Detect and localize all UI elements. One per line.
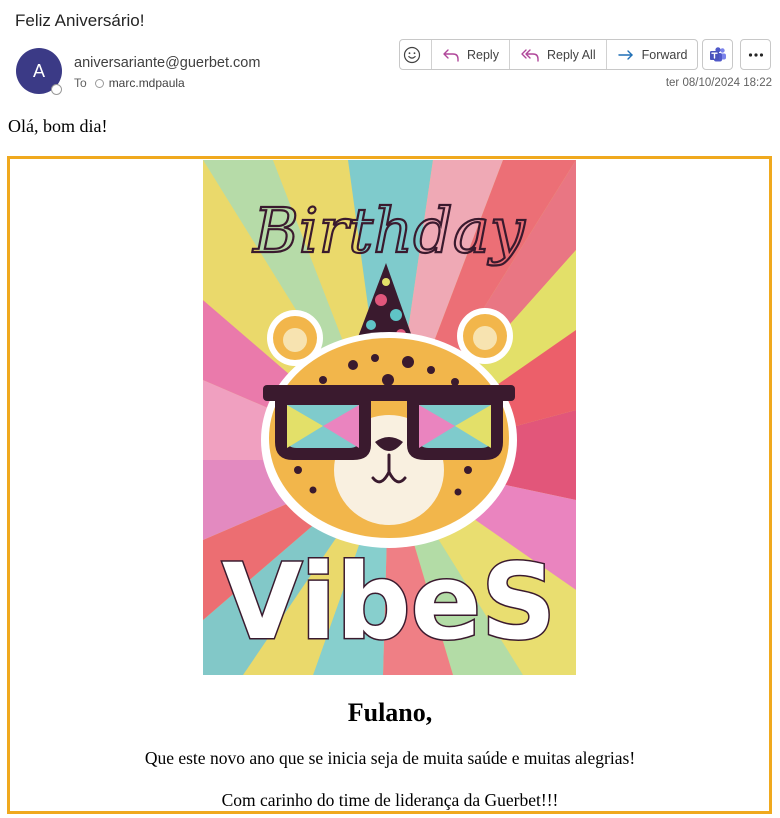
more-actions-button[interactable] xyxy=(740,39,771,70)
received-timestamp: ter 08/10/2024 18:22 xyxy=(665,77,772,89)
react-button[interactable] xyxy=(400,40,432,69)
birthday-script-text: Birthday xyxy=(252,194,526,267)
more-icon xyxy=(748,52,763,57)
birthday-wish-text: Que este novo ano que se inicia seja de … xyxy=(144,748,636,768)
teams-icon xyxy=(709,46,726,61)
recipient-name-heading: Fulano, xyxy=(347,698,433,727)
reply-all-icon xyxy=(521,48,539,62)
to-label: To xyxy=(74,76,87,90)
reply-icon xyxy=(443,48,459,62)
vibes-text: VibeS xyxy=(222,541,556,663)
recipient-presence-icon xyxy=(94,78,104,88)
birthday-vibes-illustration: Birthday VibeS xyxy=(203,160,576,675)
signature-text: Com carinho do time de liderança da Guer… xyxy=(221,790,559,810)
birthday-card-image: Birthday VibeS xyxy=(203,160,576,675)
email-subject: Feliz Aniversário! xyxy=(15,11,145,30)
forward-button[interactable]: Forward xyxy=(607,40,698,69)
presence-status-icon xyxy=(51,84,62,95)
message-actions-toolbar: Reply Reply All Forward xyxy=(399,39,699,70)
teams-chat-button[interactable] xyxy=(702,39,733,70)
avatar-letter: A xyxy=(32,60,45,81)
reply-all-label: Reply All xyxy=(546,47,596,62)
forward-icon xyxy=(617,49,633,60)
reply-label: Reply xyxy=(467,47,499,62)
reply-button[interactable]: Reply xyxy=(432,40,510,69)
greeting-text: Olá, bom dia! xyxy=(8,116,108,136)
recipient-line: To marc.mdpaula xyxy=(74,76,185,90)
sender-address[interactable]: aniversariante@guerbet.com xyxy=(74,55,260,71)
recipient-name[interactable]: marc.mdpaula xyxy=(109,76,185,90)
reply-all-button[interactable]: Reply All xyxy=(510,40,607,69)
forward-label: Forward xyxy=(641,47,688,62)
emoji-icon xyxy=(403,46,421,63)
